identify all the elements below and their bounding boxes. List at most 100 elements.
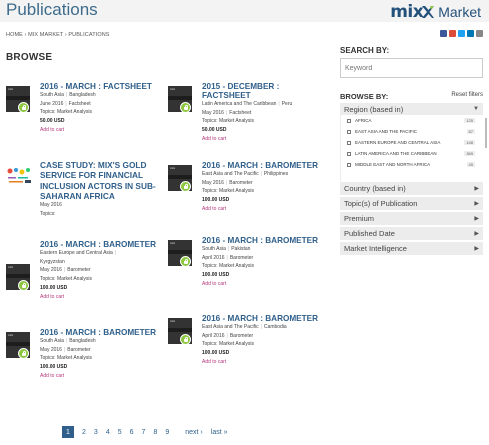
- page-link[interactable]: 3: [94, 429, 98, 436]
- publication-type[interactable]: Factsheet: [229, 110, 251, 116]
- chevron-right-icon: ▶: [474, 246, 479, 252]
- publication-region[interactable]: South Asia: [202, 246, 226, 252]
- page-link[interactable]: 6: [130, 429, 134, 436]
- browse-by-heading: BROWSE BY:: [340, 92, 389, 101]
- publication-region[interactable]: Latin America and The Caribbean: [202, 101, 276, 107]
- publication-type[interactable]: Barometer: [230, 333, 253, 339]
- region-option[interactable]: LATIN AMERICA AND THE CARIBBEAN 369: [341, 148, 483, 159]
- page-link[interactable]: 4: [106, 429, 110, 436]
- checkbox[interactable]: [347, 140, 351, 145]
- add-to-cart-link[interactable]: Add to cart: [40, 372, 160, 381]
- publication-region[interactable]: South Asia: [40, 92, 64, 98]
- lock-icon: [180, 181, 191, 192]
- facet-market-intelligence[interactable]: Market Intelligence ▶: [340, 242, 483, 255]
- facet-country[interactable]: Country (based in) ▶: [340, 182, 483, 195]
- keyword-search-input[interactable]: [340, 58, 483, 78]
- publication-region[interactable]: East Asia and The Pacific: [202, 324, 259, 330]
- publication-region[interactable]: South Asia: [40, 338, 64, 344]
- publication-thumbnail[interactable]: mix: [168, 318, 196, 346]
- checkbox[interactable]: [347, 129, 351, 134]
- region-count: 125: [464, 118, 475, 123]
- checkbox[interactable]: [347, 118, 351, 123]
- publication-thumbnail[interactable]: mix: [6, 264, 34, 292]
- breadcrumb[interactable]: HOME › MIX MARKET › PUBLICATIONS: [6, 32, 110, 38]
- publication-country[interactable]: Peru: [282, 101, 293, 107]
- pagination: 1 2 3 4 5 6 7 8 9 next › last »: [62, 426, 236, 438]
- publication-country[interactable]: Kyrgyzstan: [40, 258, 160, 267]
- facebook-icon[interactable]: [440, 30, 447, 37]
- region-option[interactable]: EAST ASIA AND THE PACIFIC 87: [341, 126, 483, 137]
- publication-country[interactable]: Bangladesh: [69, 338, 95, 344]
- facet-premium[interactable]: Premium ▶: [340, 212, 483, 225]
- add-to-cart-link[interactable]: Add to cart: [202, 280, 322, 289]
- googleplus-icon[interactable]: [449, 30, 456, 37]
- publication-title[interactable]: 2016 - MARCH : BAROMETER: [202, 161, 322, 170]
- add-to-cart-link[interactable]: Add to cart: [202, 135, 322, 144]
- reset-filters-link[interactable]: Reset filters: [451, 92, 483, 98]
- publication-title[interactable]: CASE STUDY: MIX'S GOLD SERVICE FOR FINAN…: [40, 160, 160, 201]
- publication-title[interactable]: 2016 - MARCH : FACTSHEET: [40, 82, 160, 91]
- publication-country[interactable]: Bangladesh: [69, 92, 95, 98]
- facet-label: Published Date: [344, 229, 395, 238]
- publication-thumbnail[interactable]: mix: [168, 240, 196, 268]
- publication-title[interactable]: 2016 - MARCH : BAROMETER: [40, 328, 160, 337]
- facet-topics[interactable]: Topic(s) of Publication ▶: [340, 197, 483, 210]
- publication-date: April 2016: [202, 332, 225, 339]
- last-page-link[interactable]: last »: [211, 429, 228, 436]
- checkbox[interactable]: [347, 151, 351, 156]
- publication-region[interactable]: Eastern Europe and Central Asia: [40, 250, 113, 256]
- publication-country[interactable]: Cambodia: [264, 324, 287, 330]
- publication-type[interactable]: Barometer: [229, 180, 252, 186]
- checkbox[interactable]: [347, 162, 351, 167]
- publication-price: 100.00 USD: [40, 364, 68, 371]
- region-option-label: EAST ASIA AND THE PACIFIC: [355, 129, 418, 134]
- page-link[interactable]: 7: [142, 429, 146, 436]
- page-link[interactable]: 2: [82, 429, 86, 436]
- publication-type[interactable]: Factsheet: [69, 101, 91, 107]
- region-option[interactable]: AFRICA 125: [341, 115, 483, 126]
- publication-date: April 2016: [202, 254, 225, 261]
- publication-thumbnail[interactable]: mix: [6, 86, 34, 114]
- mix-market-logo[interactable]: mix Market: [390, 2, 481, 22]
- add-to-cart-link[interactable]: Add to cart: [202, 205, 322, 214]
- publication-topics: Topics: Market Analysis: [40, 355, 92, 362]
- publication-thumbnail[interactable]: mix: [168, 165, 196, 193]
- facet-published-date[interactable]: Published Date ▶: [340, 227, 483, 240]
- add-to-cart-link[interactable]: Add to cart: [40, 126, 160, 135]
- publication-country[interactable]: Philippines: [264, 171, 288, 177]
- page-link[interactable]: 9: [165, 429, 169, 436]
- publication-type[interactable]: Barometer: [67, 267, 90, 273]
- publication-title[interactable]: 2016 - MARCH : BAROMETER: [202, 236, 322, 245]
- page-link[interactable]: 8: [153, 429, 157, 436]
- lock-icon: [18, 102, 29, 113]
- region-options: AFRICA 125 EAST ASIA AND THE PACIFIC 87 EA…: [340, 115, 483, 181]
- publication-title[interactable]: 2016 - MARCH : BAROMETER: [202, 314, 322, 323]
- email-icon[interactable]: [476, 30, 483, 37]
- publication-date: May 2016: [202, 109, 224, 116]
- publication-title[interactable]: 2015 - DECEMBER : FACTSHEET: [202, 82, 322, 100]
- page-title: Publications: [6, 0, 98, 19]
- publication-type[interactable]: Barometer: [67, 347, 90, 353]
- linkedin-icon[interactable]: [467, 30, 474, 37]
- publication-region[interactable]: East Asia and The Pacific: [202, 171, 259, 177]
- publication-thumbnail[interactable]: mix: [6, 332, 34, 360]
- publication-price: 100.00 USD: [202, 272, 230, 279]
- publication-title[interactable]: 2016 - MARCH : BAROMETER: [40, 240, 160, 249]
- publication-price: 50.00 USD: [202, 127, 227, 134]
- publication-topics: Topics:: [40, 210, 56, 217]
- region-option[interactable]: MIDDLE EAST AND NORTH AFRICA 45: [341, 159, 483, 170]
- chevron-down-icon: ▼: [473, 106, 479, 112]
- publication-country[interactable]: Pakistan: [231, 246, 250, 252]
- region-list-scrollbar[interactable]: [485, 118, 487, 148]
- next-page-link[interactable]: next ›: [185, 429, 203, 436]
- page-link[interactable]: 5: [118, 429, 122, 436]
- add-to-cart-link[interactable]: Add to cart: [40, 293, 160, 302]
- twitter-icon[interactable]: [458, 30, 465, 37]
- add-to-cart-link[interactable]: Add to cart: [202, 358, 322, 367]
- publication-type[interactable]: Barometer: [230, 255, 253, 261]
- region-option[interactable]: EASTERN EUROPE AND CENTRAL ASIA 148: [341, 137, 483, 148]
- infographic-thumbnail[interactable]: [6, 164, 34, 192]
- publication-thumbnail[interactable]: mix: [168, 86, 196, 114]
- facet-label: Country (based in): [344, 184, 406, 193]
- publication-topics: Topics: Market Analysis: [202, 341, 254, 348]
